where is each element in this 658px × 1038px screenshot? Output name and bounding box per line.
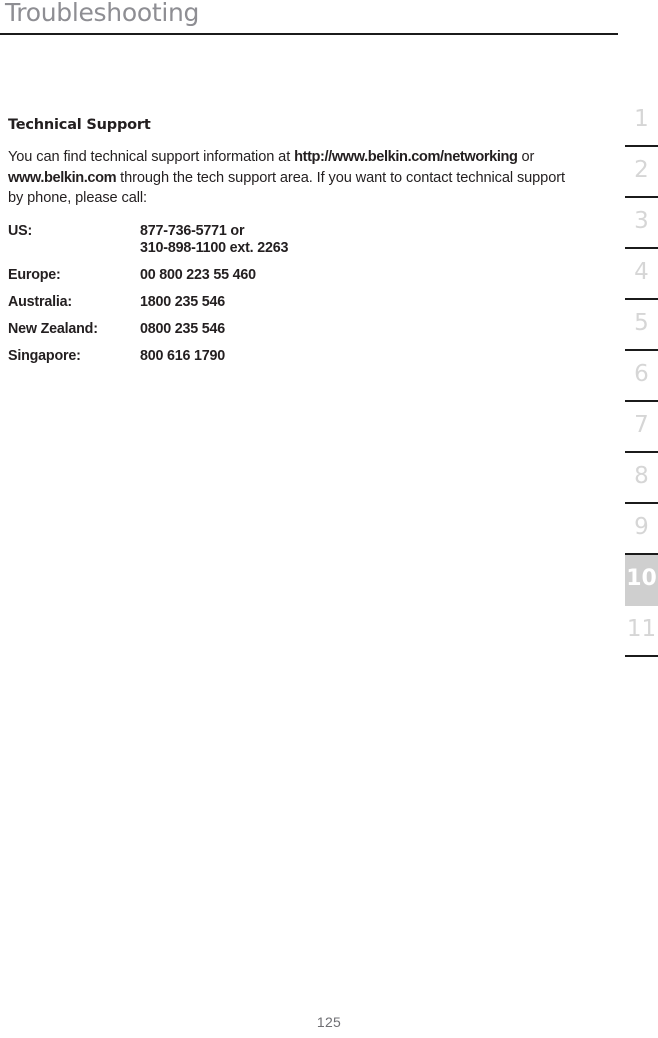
- section-index-label: 2: [634, 157, 649, 183]
- support-phone-number: 800 616 1790: [140, 347, 226, 364]
- section-index: 1 2 3 4 5 6 7 8 9 10 11: [625, 96, 658, 657]
- technical-support-paragraph: You can find technical support informati…: [8, 147, 578, 209]
- section-index-item-9[interactable]: 9: [625, 504, 658, 555]
- table-row: Singapore: 800 616 1790: [8, 348, 288, 375]
- section-index-label: 3: [634, 208, 649, 234]
- support-region-label: New Zealand:: [8, 320, 98, 337]
- paragraph-text-part1: You can find technical support informati…: [8, 149, 295, 165]
- page-title: Troubleshooting: [5, 0, 200, 27]
- section-index-label: 10: [626, 565, 657, 591]
- support-region-label: Singapore:: [8, 347, 81, 364]
- section-index-item-10-active[interactable]: 10: [625, 555, 658, 606]
- header-divider: [0, 33, 618, 35]
- page-number: 125: [316, 1014, 342, 1030]
- section-index-label: 11: [626, 616, 657, 642]
- support-phone-table: US: 877-736-5771 or 310-898-1100 ext. 22…: [8, 223, 288, 375]
- belkin-url: www.belkin.com: [8, 169, 117, 186]
- support-phone-table-body: US: 877-736-5771 or 310-898-1100 ext. 22…: [8, 223, 288, 375]
- section-heading: Technical Support: [8, 117, 151, 133]
- section-index-item-7[interactable]: 7: [625, 402, 658, 453]
- table-row: Australia: 1800 235 546: [8, 294, 288, 321]
- table-row: New Zealand: 0800 235 546: [8, 321, 288, 348]
- support-phone-number: 877-736-5771 or 310-898-1100 ext. 2263: [140, 222, 289, 256]
- support-region-label: Australia:: [8, 293, 72, 310]
- section-index-label: 9: [634, 514, 649, 540]
- main-content: Technical Support You can find technical…: [8, 117, 588, 375]
- table-row: Europe: 00 800 223 55 460: [8, 267, 288, 294]
- support-phone-number: 00 800 223 55 460: [140, 266, 256, 283]
- table-row: US: 877-736-5771 or 310-898-1100 ext. 22…: [8, 223, 288, 267]
- support-region-label: US:: [8, 222, 33, 239]
- support-phone-number: 0800 235 546: [140, 320, 226, 337]
- belkin-networking-url: http://www.belkin.com/networking: [294, 149, 518, 165]
- support-region-label: Europe:: [8, 266, 61, 283]
- section-index-label: 8: [634, 463, 649, 489]
- section-index-item-2[interactable]: 2: [625, 147, 658, 198]
- section-index-item-11[interactable]: 11: [625, 606, 658, 657]
- paragraph-text-part2: or: [517, 149, 535, 165]
- section-index-label: 1: [634, 106, 649, 132]
- section-index-item-6[interactable]: 6: [625, 351, 658, 402]
- section-index-item-1[interactable]: 1: [625, 96, 658, 147]
- section-index-item-8[interactable]: 8: [625, 453, 658, 504]
- section-index-label: 5: [634, 310, 649, 336]
- support-phone-number: 1800 235 546: [140, 293, 226, 310]
- section-index-label: 4: [634, 259, 649, 285]
- section-index-item-4[interactable]: 4: [625, 249, 658, 300]
- section-index-item-5[interactable]: 5: [625, 300, 658, 351]
- section-index-label: 7: [634, 412, 649, 438]
- section-index-item-3[interactable]: 3: [625, 198, 658, 249]
- section-index-label: 6: [634, 361, 649, 387]
